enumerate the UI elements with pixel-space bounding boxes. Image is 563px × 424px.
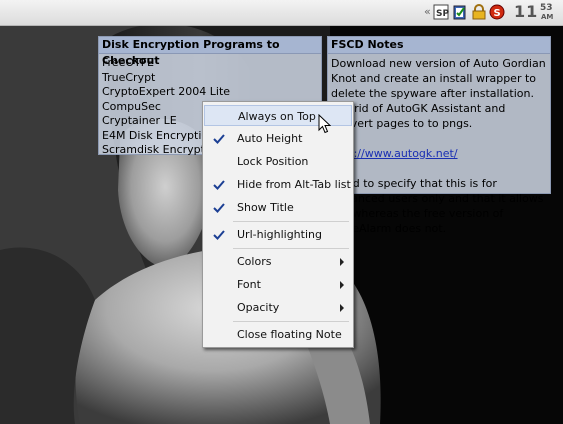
menu-item-opacity[interactable]: Opacity [204, 297, 352, 318]
clock-ampm: AM [541, 13, 554, 21]
menu-item-label: Show Title [237, 201, 294, 214]
menu-item-colors[interactable]: Colors [204, 251, 352, 272]
menu-item-label: Colors [237, 255, 272, 268]
submenu-arrow-icon [340, 304, 344, 312]
svg-text:S: S [494, 8, 501, 19]
note-context-menu: Always on Top Auto Height Lock Position … [202, 101, 354, 348]
lock-icon[interactable] [471, 4, 487, 20]
menu-item-lock-position[interactable]: Lock Position [204, 151, 352, 172]
note-title[interactable]: FSCD Notes [328, 37, 550, 54]
menu-separator [233, 248, 349, 249]
menu-item-url-highlighting[interactable]: Url-highlighting [204, 224, 352, 245]
clipboard-check-icon[interactable] [452, 4, 468, 20]
menu-item-font[interactable]: Font [204, 274, 352, 295]
menu-item-label: Always on Top [238, 110, 316, 123]
menu-item-label: Url-highlighting [237, 228, 322, 241]
note-body: Download new version of Auto Gordian Kno… [328, 54, 550, 238]
checkmark-icon [213, 203, 225, 213]
menu-item-label: Hide from Alt-Tab list [237, 178, 351, 191]
checkmark-icon [213, 134, 225, 144]
menu-item-show-title[interactable]: Show Title [204, 197, 352, 218]
note-text: Need to specify that this is for advance… [331, 177, 547, 235]
clock[interactable]: 11 53 AM [514, 2, 553, 21]
security-alert-icon[interactable]: S [489, 4, 505, 20]
network-icon[interactable]: SP [433, 4, 449, 20]
menu-item-label: Lock Position [237, 155, 309, 168]
menu-separator [233, 221, 349, 222]
tray-expand-icon[interactable]: « [424, 5, 431, 18]
checkmark-icon [213, 180, 225, 190]
note-title[interactable]: Disk Encryption Programs to Checkout [99, 37, 321, 67]
mouse-cursor-icon [318, 114, 331, 134]
menu-separator [233, 321, 349, 322]
submenu-arrow-icon [340, 281, 344, 289]
menu-item-close-floating-note[interactable]: Close floating Note [204, 324, 352, 345]
menu-item-hide-from-alt-tab[interactable]: Hide from Alt-Tab list [204, 174, 352, 195]
list-item: CryptoExpert 2004 Lite [102, 85, 231, 98]
system-tray: « SP S 11 53 AM [0, 0, 563, 26]
clock-minute: 53 [540, 3, 553, 13]
list-item: FreeOTFE [102, 56, 154, 69]
menu-item-label: Close floating Note [237, 328, 342, 341]
menu-item-label: Auto Height [237, 132, 303, 145]
list-item: TrueCrypt [102, 70, 156, 84]
submenu-arrow-icon [340, 258, 344, 266]
checkmark-icon [213, 230, 225, 240]
note-text: Download new version of Auto Gordian Kno… [331, 57, 550, 130]
clock-hour: 11 [514, 2, 539, 21]
note-fscd[interactable]: FSCD Notes Download new version of Auto … [327, 36, 551, 235]
svg-text:SP: SP [436, 9, 449, 19]
menu-item-label: Font [237, 278, 261, 291]
menu-item-label: Opacity [237, 301, 280, 314]
